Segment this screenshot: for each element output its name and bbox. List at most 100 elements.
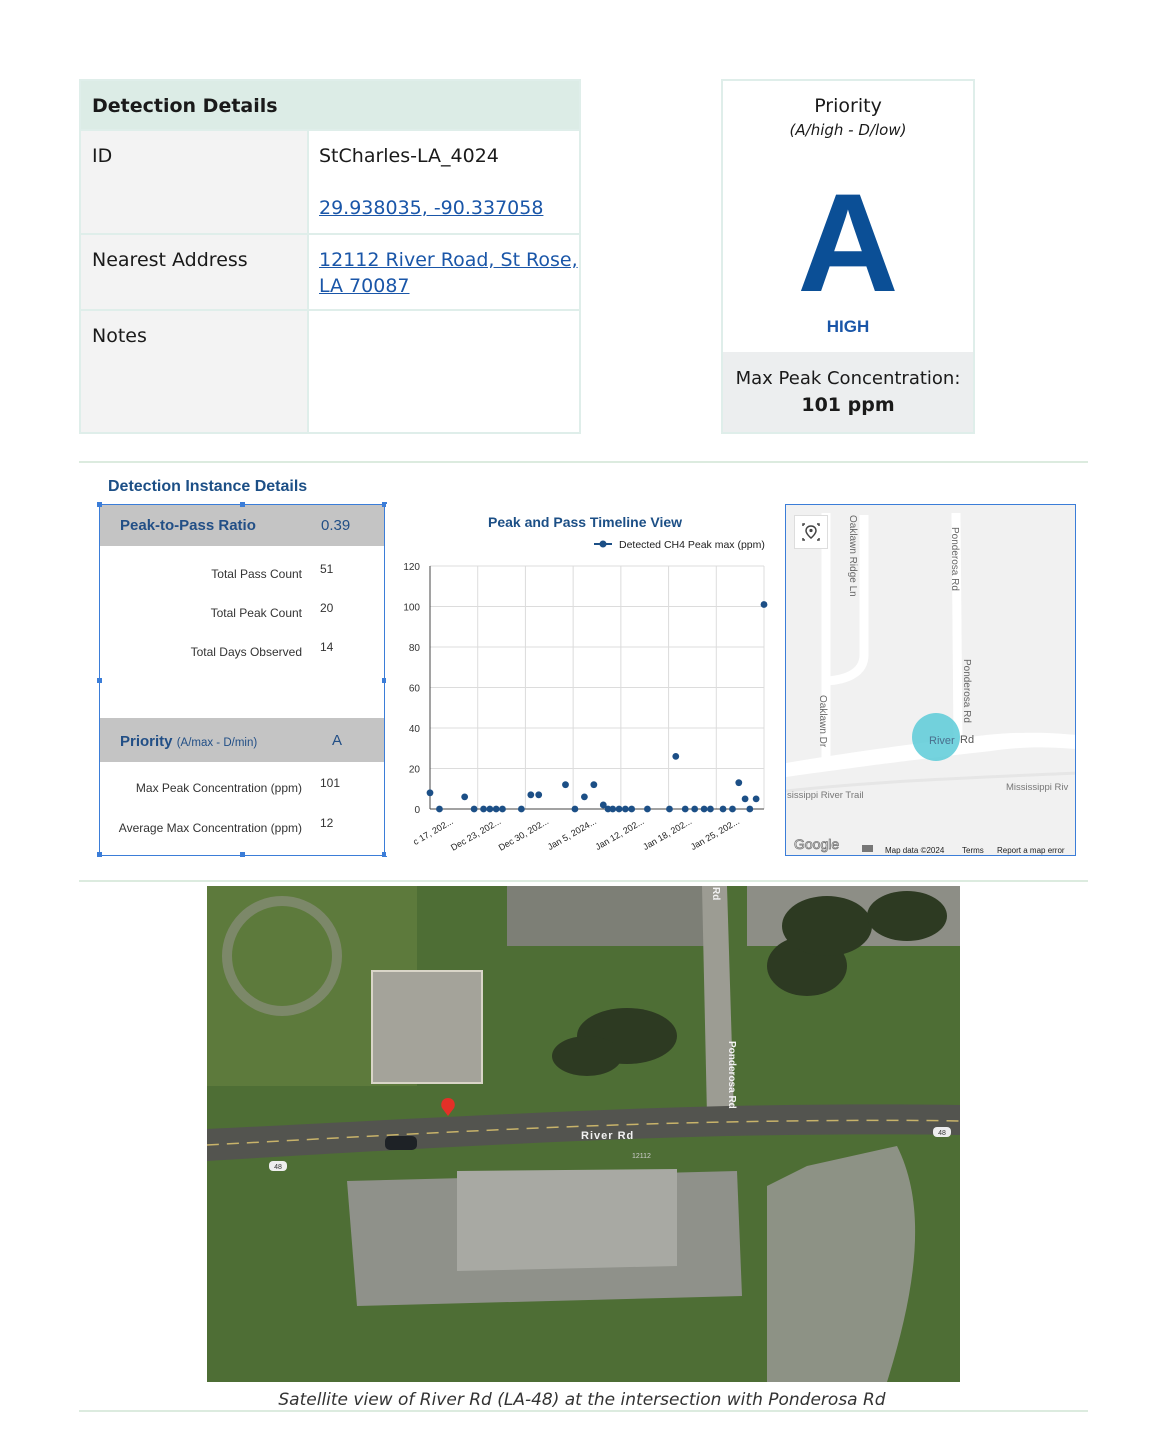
- address-link-line1[interactable]: 12112 River Road, St Rose,: [319, 249, 578, 271]
- x-tick-label: Jan 12, 202...: [593, 816, 645, 852]
- stat-row: Total Pass Count 51: [100, 562, 384, 587]
- id-value: StCharles-LA_4024: [319, 145, 499, 167]
- priority-box: Priority (A/high - D/low) A HIGH Max Pea…: [721, 79, 975, 434]
- instance-stats-panel[interactable]: Peak-to-Pass Ratio 0.39 Total Pass Count…: [97, 502, 387, 857]
- resize-handle[interactable]: [97, 502, 102, 507]
- divider-middle: [79, 880, 1088, 882]
- location-button[interactable]: [794, 515, 828, 549]
- y-tick-label: 60: [409, 684, 421, 695]
- terms-link[interactable]: Terms: [962, 846, 984, 855]
- data-point: [672, 752, 680, 760]
- river-label-b: Rd: [960, 734, 974, 746]
- x-tick-label: Jan 18, 202...: [641, 816, 693, 852]
- priority-bar-value: A: [332, 732, 343, 749]
- data-point: [719, 805, 727, 813]
- resize-handle[interactable]: [240, 502, 245, 507]
- y-tick-label: 80: [409, 643, 421, 654]
- notes-row: Notes: [81, 309, 579, 432]
- y-tick-label: 0: [414, 805, 420, 816]
- chart-grid: [429, 565, 765, 810]
- chart-svg: Peak and Pass Timeline View Detected CH4…: [403, 514, 768, 853]
- priority-bar-sub: (A/max - D/min): [176, 737, 258, 749]
- priority-level: HIGH: [826, 317, 870, 336]
- max-peak-footer: Max Peak Concentration: 101 ppm: [723, 352, 973, 432]
- y-tick-label: 100: [403, 603, 420, 614]
- id-label: ID: [92, 145, 113, 167]
- report-error-link[interactable]: Report a map error: [997, 846, 1065, 855]
- stat-label: Total Days Observed: [190, 645, 302, 659]
- satellite-svg: River Rd Ponderosa Rd Rd 48 48 12112: [207, 886, 960, 1382]
- street-map[interactable]: Oaklawn Ridge Ln Ponderosa Rd Ponderosa …: [785, 504, 1076, 856]
- ratio-bar: Peak-to-Pass Ratio 0.39: [100, 505, 384, 546]
- resize-handle[interactable]: [97, 678, 102, 683]
- ratio-label: Peak-to-Pass Ratio: [120, 517, 256, 534]
- conc-value: 12: [320, 816, 334, 830]
- conc-value: 101: [320, 776, 341, 790]
- oaklawn-ridge-label: Oaklawn Ridge Ln: [847, 515, 858, 597]
- legend-label: Detected CH4 Peak max (ppm): [619, 539, 765, 551]
- data-point: [535, 791, 543, 799]
- chart-title: Peak and Pass Timeline View: [488, 514, 682, 530]
- data-point: [729, 805, 736, 813]
- oaklawn-dr-label: Oaklawn Dr: [817, 695, 828, 748]
- conc-row: Max Peak Concentration (ppm) 101: [100, 776, 384, 801]
- data-point: [691, 805, 699, 813]
- stat-row: Total Peak Count 20: [100, 601, 384, 626]
- data-point: [707, 805, 714, 813]
- data-point: [741, 795, 749, 803]
- coordinates-link[interactable]: 29.938035, -90.337058: [319, 197, 543, 219]
- data-point: [571, 805, 579, 813]
- resize-handle[interactable]: [97, 852, 102, 857]
- ratio-value: 0.39: [321, 517, 351, 534]
- id-cell: StCharles-LA_4024 29.938035, -90.337058: [307, 131, 579, 233]
- stat-value: 20: [320, 601, 334, 615]
- stat-value: 51: [320, 562, 334, 576]
- data-point: [681, 805, 689, 813]
- priority-subtitle: (A/high - D/low): [789, 121, 907, 139]
- data-point: [580, 793, 588, 801]
- x-tick-label: Dec 23, 202...: [449, 816, 503, 853]
- data-point: [615, 805, 623, 813]
- priority-letter: A: [797, 164, 899, 321]
- divider-top: [79, 461, 1088, 463]
- x-tick-label: Dec 30, 202...: [497, 816, 551, 853]
- x-tick-label: c 17, 202...: [411, 816, 455, 847]
- data-point: [628, 805, 636, 813]
- id-row: ID StCharles-LA_4024 29.938035, -90.3370…: [81, 129, 579, 233]
- notes-cell: [307, 311, 579, 432]
- data-point: [527, 791, 535, 799]
- route-shield-left-label: 48: [274, 1164, 282, 1171]
- detection-details-header: Detection Details: [81, 81, 579, 129]
- address-row: Nearest Address 12112 River Road, St Ros…: [81, 233, 579, 309]
- river-label-a: River: [929, 735, 955, 747]
- data-point: [480, 805, 487, 813]
- data-point: [644, 805, 651, 813]
- data-point: [492, 805, 500, 813]
- priority-title: Priority: [814, 95, 882, 117]
- address-label: Nearest Address: [92, 249, 248, 271]
- y-tick-label: 120: [403, 562, 420, 573]
- x-tick-label: Jan 5, 2024...: [546, 816, 598, 852]
- route-shield-right-label: 48: [938, 1130, 946, 1137]
- data-point: [590, 781, 598, 789]
- google-logo: Google: [794, 836, 839, 852]
- data-point: [609, 805, 617, 813]
- peak-pass-chart: Peak and Pass Timeline View Detected CH4…: [386, 504, 785, 856]
- data-point: [752, 795, 760, 803]
- data-point: [517, 805, 525, 813]
- data-point: [700, 805, 708, 813]
- sat-ponderosa-label: Ponderosa Rd: [726, 1041, 737, 1109]
- address-link-line2[interactable]: LA 70087: [319, 275, 410, 297]
- keyboard-icon[interactable]: [862, 845, 873, 852]
- stat-label: Total Pass Count: [211, 567, 302, 581]
- data-point: [426, 789, 434, 797]
- conc-label: Average Max Concentration (ppm): [118, 821, 302, 835]
- max-peak-value: 101 ppm: [801, 394, 895, 416]
- conc-row: Average Max Concentration (ppm) 12: [100, 816, 384, 841]
- resize-handle[interactable]: [240, 852, 245, 857]
- x-axis: c 17, 202...Dec 23, 202...Dec 30, 202...…: [411, 808, 764, 853]
- data-point: [486, 805, 494, 813]
- conc-label: Max Peak Concentration (ppm): [135, 781, 302, 795]
- priority-bar-text: Priority: [120, 733, 173, 750]
- priority-bar: Priority (A/max - D/min) A: [100, 718, 384, 762]
